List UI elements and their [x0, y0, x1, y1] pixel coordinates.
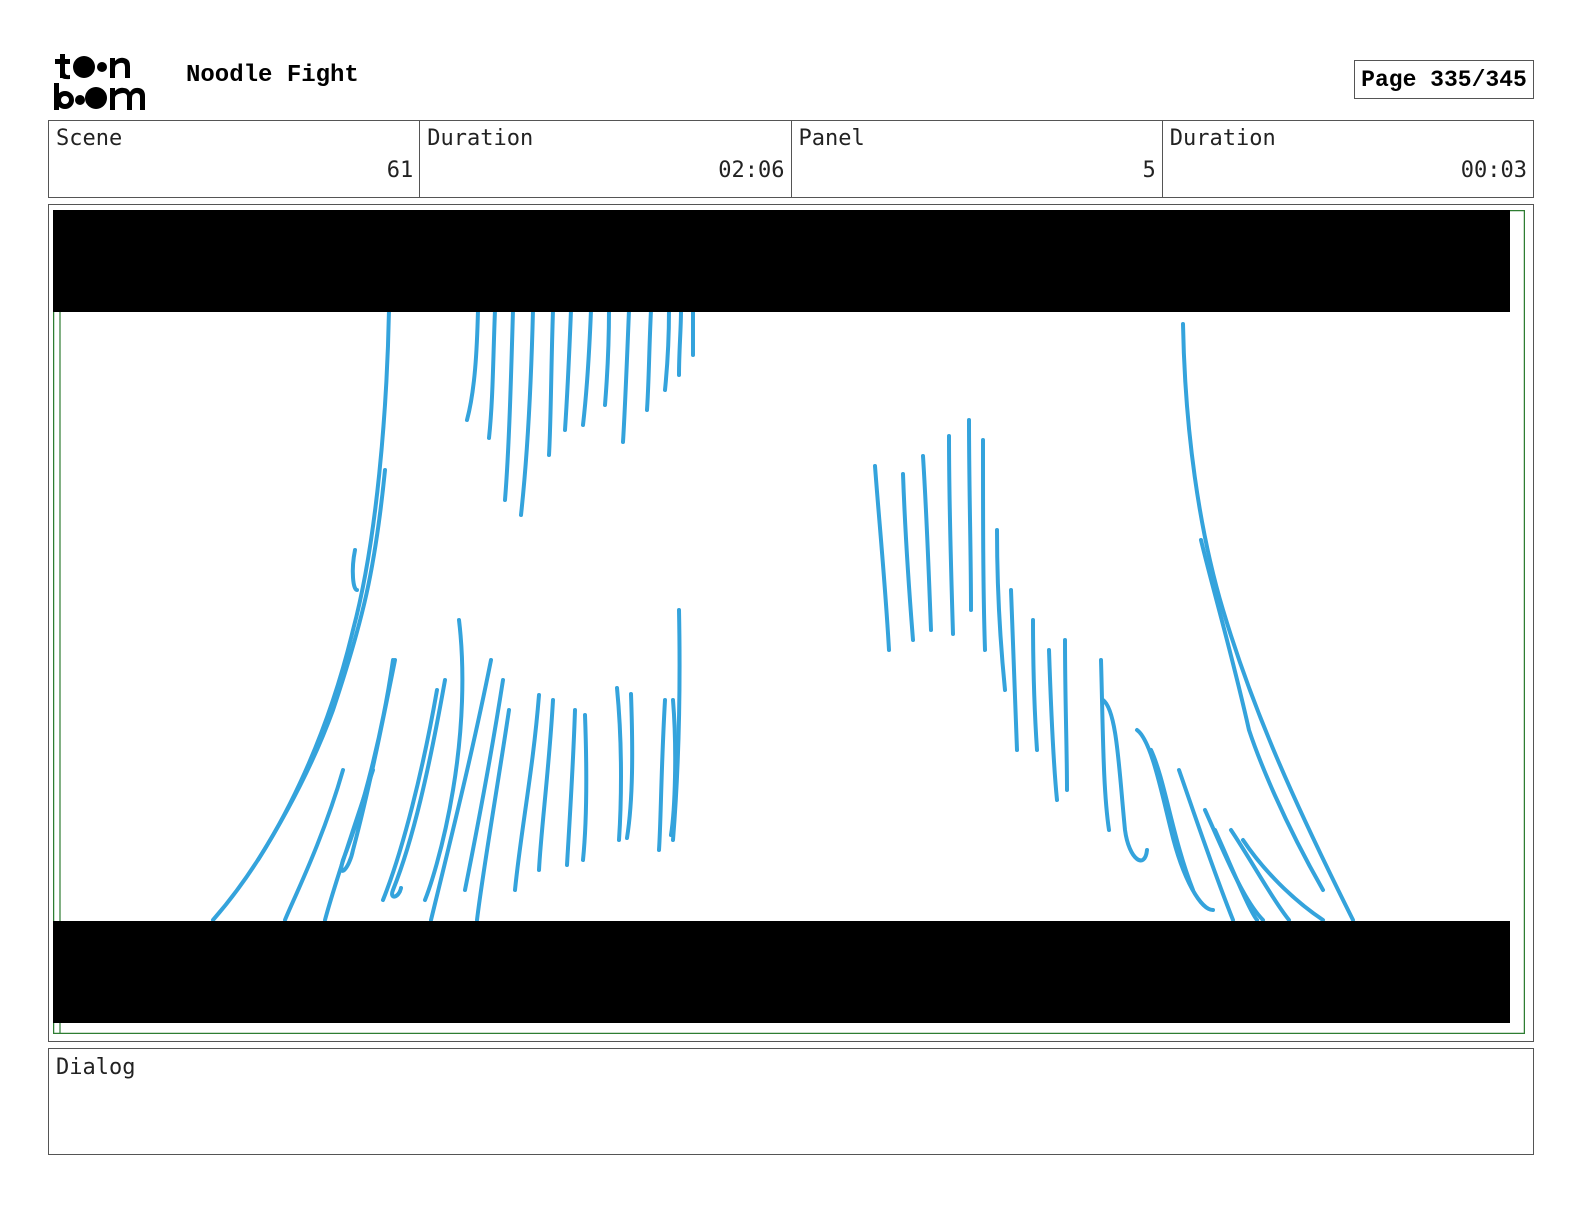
scene-duration-label: Duration: [427, 126, 534, 151]
panel-duration-label: Duration: [1169, 126, 1276, 151]
dialog-label: Dialog: [56, 1055, 136, 1080]
scene-duration-cell: Duration 02:06: [420, 121, 792, 197]
panel-cell: Panel 5: [792, 121, 1163, 197]
panel-label: Panel: [798, 126, 865, 151]
info-row: Scene 61 Duration 02:06 Panel 5 Duration…: [48, 120, 1534, 198]
dialog-box: Dialog: [48, 1048, 1534, 1155]
panel-frame: [48, 204, 1534, 1042]
toon-boom-logo: [54, 54, 145, 110]
scene-cell: Scene 61: [49, 121, 421, 197]
page-number: Page 335/345: [1354, 60, 1534, 99]
scene-duration-value: 02:06: [718, 158, 785, 183]
project-title: Noodle Fight: [186, 62, 359, 89]
panel-value: 5: [1142, 158, 1156, 183]
scene-value: 61: [386, 158, 414, 183]
storyboard-panel-image: [53, 210, 1525, 1034]
panel-duration-cell: Duration 00:03: [1163, 121, 1533, 197]
panel-duration-value: 00:03: [1460, 158, 1527, 183]
scene-label: Scene: [56, 126, 123, 151]
